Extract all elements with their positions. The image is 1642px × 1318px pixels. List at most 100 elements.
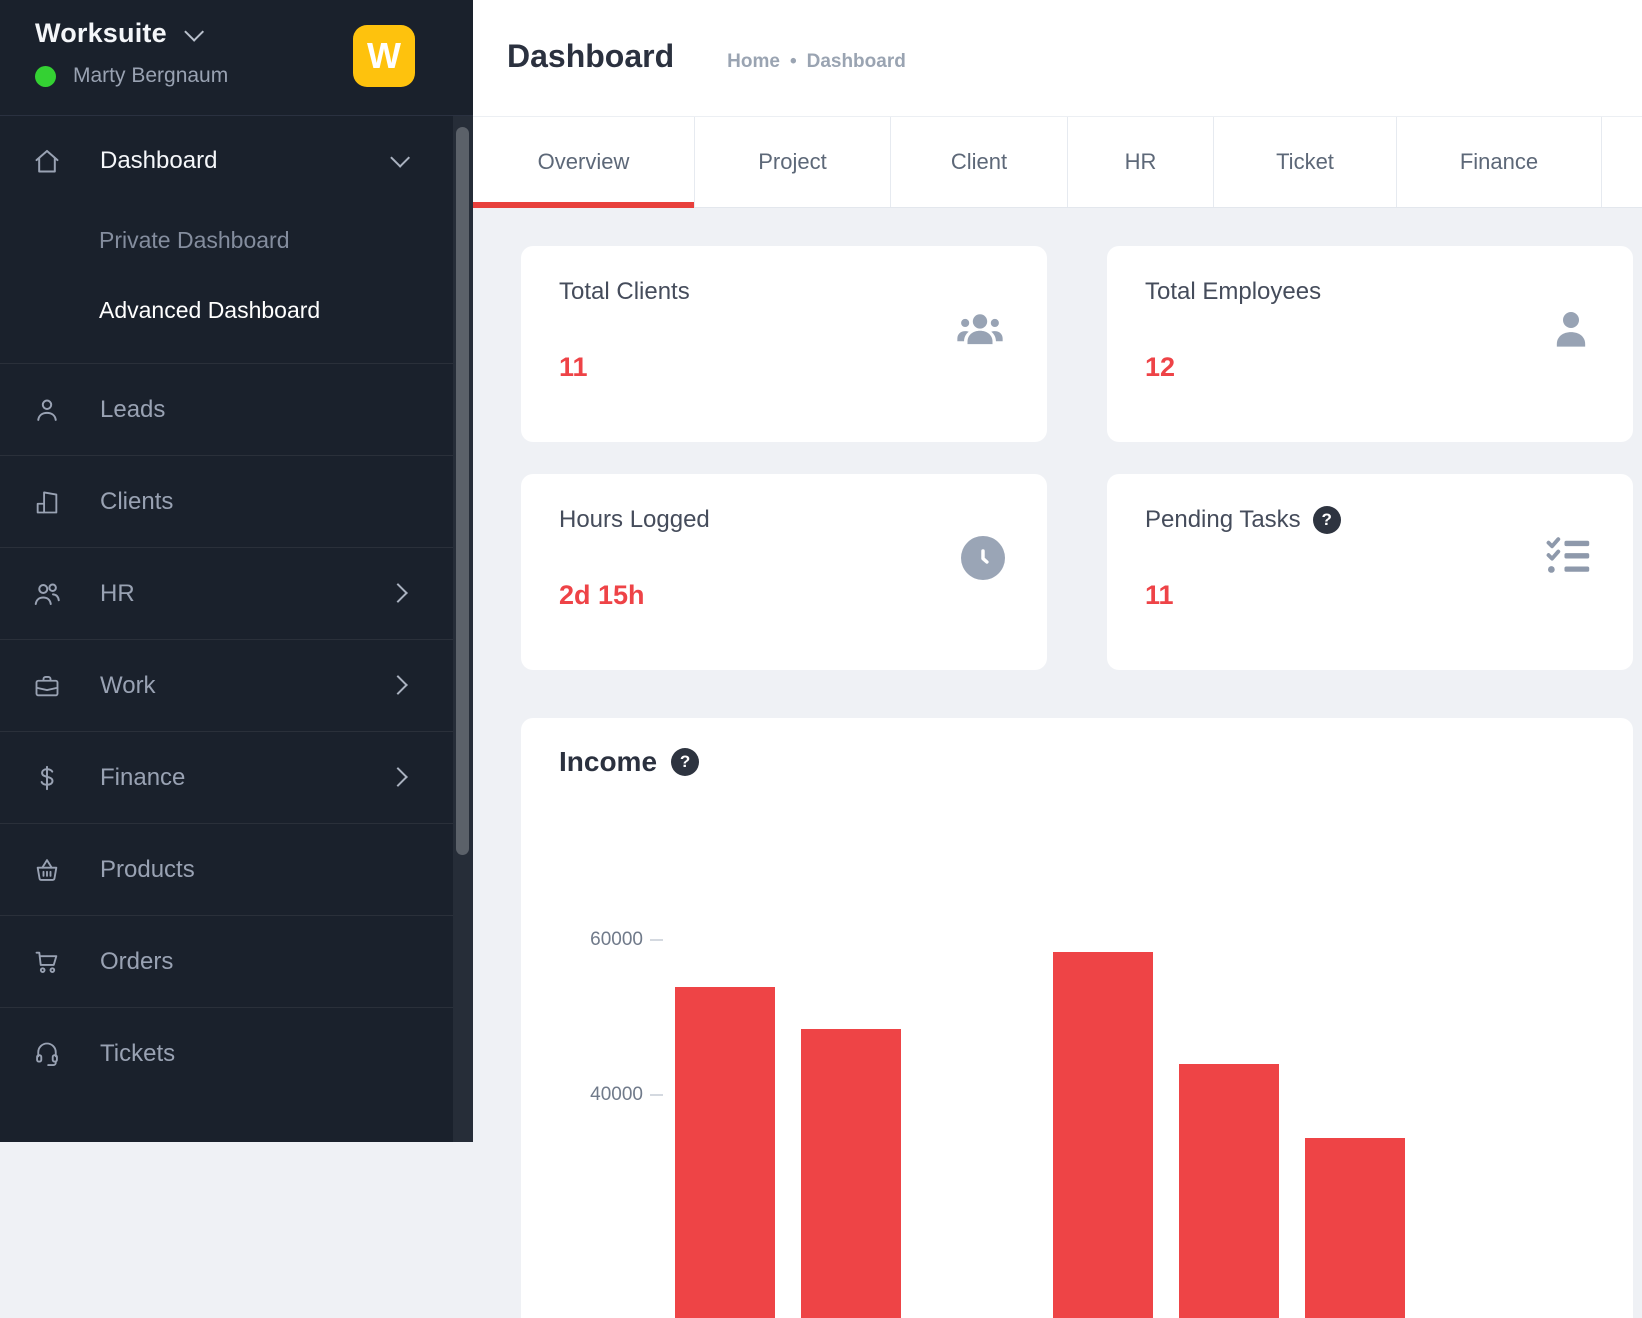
page-title: Dashboard	[507, 38, 674, 75]
logo-letter: W	[367, 35, 401, 77]
chevron-right-icon	[391, 770, 405, 789]
total-clients-card[interactable]: Total Clients 11	[521, 246, 1047, 442]
briefcase-icon	[32, 671, 62, 701]
sidebar-item-work[interactable]: Work	[0, 639, 453, 731]
basket-icon	[32, 855, 62, 885]
sidebar-item-leads[interactable]: Leads	[0, 363, 453, 455]
total-employees-card[interactable]: Total Employees 12	[1107, 246, 1633, 442]
workspace-switcher[interactable]: Worksuite	[35, 18, 199, 49]
dashboard-tabs: Overview Project Client HR Ticket Financ…	[473, 116, 1642, 208]
menu-spacer	[0, 345, 453, 363]
chevron-right-icon	[391, 678, 405, 697]
home-icon	[32, 146, 62, 176]
sidebar-item-finance[interactable]: Finance	[0, 731, 453, 823]
breadcrumb-current: Dashboard	[807, 51, 906, 73]
tab-hr[interactable]: HR	[1068, 117, 1214, 207]
y-axis-label: 60000	[590, 929, 643, 951]
sidebar-item-label: Orders	[100, 948, 173, 976]
stat-value: 11	[1145, 580, 1174, 611]
sidebar-item-label: Work	[100, 672, 156, 700]
sidebar-item-orders[interactable]: Orders	[0, 915, 453, 1007]
building-icon	[32, 487, 62, 517]
sidebar-item-tickets[interactable]: Tickets	[0, 1007, 453, 1099]
tab-label: HR	[1125, 149, 1157, 175]
sidebar-item-label: Clients	[100, 488, 173, 516]
sidebar-menu: Dashboard Private Dashboard Advanced Das…	[0, 116, 453, 1099]
sidebar-item-advanced-dashboard[interactable]: Advanced Dashboard	[0, 275, 453, 345]
hours-logged-card[interactable]: Hours Logged 2d 15h	[521, 474, 1047, 670]
help-icon[interactable]: ?	[1313, 506, 1341, 534]
help-icon[interactable]: ?	[671, 748, 699, 776]
tab-finance[interactable]: Finance	[1397, 117, 1602, 207]
income-bar	[1305, 1138, 1405, 1318]
sidebar-item-products[interactable]: Products	[0, 823, 453, 915]
tab-label: Overview	[538, 149, 630, 175]
sidebar-item-clients[interactable]: Clients	[0, 455, 453, 547]
y-axis-tick: 40000	[559, 1082, 663, 1108]
sidebar-item-label: Tickets	[100, 1040, 175, 1068]
tab-project[interactable]: Project	[695, 117, 891, 207]
income-chart-card: Income ? 60000 40000	[521, 718, 1633, 1318]
tab-partial[interactable]	[1602, 117, 1642, 207]
stat-value: 12	[1145, 352, 1175, 383]
sidebar-item-dashboard[interactable]: Dashboard	[0, 116, 453, 205]
stat-title: Total Employees	[1145, 278, 1321, 306]
income-bar	[801, 1029, 901, 1318]
sidebar-header: Worksuite Marty Bergnaum W	[0, 0, 473, 116]
user-icon	[1551, 308, 1591, 357]
tick-mark	[650, 939, 663, 941]
lead-person-icon	[32, 395, 62, 425]
sidebar-item-label: Finance	[100, 764, 185, 792]
chevron-down-icon	[184, 21, 204, 41]
tab-label: Project	[758, 149, 826, 175]
breadcrumb-separator: •	[790, 51, 797, 73]
sidebar-subitem-label: Advanced Dashboard	[99, 297, 320, 324]
sidebar-item-hr[interactable]: HR	[0, 547, 453, 639]
sidebar-item-label: Products	[100, 856, 195, 884]
tab-label: Client	[951, 149, 1007, 175]
current-user: Marty Bergnaum	[35, 64, 228, 88]
tab-client[interactable]: Client	[891, 117, 1068, 207]
income-bar	[675, 987, 775, 1318]
tab-overview[interactable]: Overview	[473, 117, 695, 207]
stat-title: Total Clients	[559, 278, 690, 306]
sidebar-item-label: HR	[100, 580, 135, 608]
chevron-right-icon	[391, 586, 405, 605]
people-icon	[32, 579, 62, 609]
users-group-icon	[955, 308, 1005, 357]
sidebar-subitem-label: Private Dashboard	[99, 227, 290, 254]
stat-value: 2d 15h	[559, 580, 645, 611]
sidebar-item-label: Dashboard	[100, 147, 217, 175]
y-axis-tick: 60000	[559, 927, 663, 953]
income-bar	[1179, 1064, 1279, 1318]
tab-label: Ticket	[1276, 149, 1334, 175]
online-status-icon	[35, 66, 56, 87]
overview-content: Total Clients 11 Total Employees 12 Hour…	[473, 208, 1642, 1142]
cart-icon	[32, 947, 62, 977]
income-title: Income	[559, 746, 657, 778]
brand-name: Worksuite	[35, 18, 167, 49]
tab-label: Finance	[1460, 149, 1538, 175]
app-logo[interactable]: W	[353, 25, 415, 87]
stat-value: 11	[559, 352, 588, 383]
user-name: Marty Bergnaum	[73, 64, 228, 88]
income-bar	[1053, 952, 1153, 1318]
pending-tasks-card[interactable]: Pending Tasks ? 11	[1107, 474, 1633, 670]
sidebar-scrollbar-track[interactable]	[453, 116, 473, 1142]
stat-title: Pending Tasks	[1145, 506, 1301, 534]
sidebar-item-private-dashboard[interactable]: Private Dashboard	[0, 205, 453, 275]
tick-mark	[650, 1094, 663, 1096]
sidebar-item-label: Leads	[100, 396, 165, 424]
headset-icon	[32, 1039, 62, 1069]
chevron-down-icon	[391, 153, 405, 172]
breadcrumb: Home • Dashboard	[727, 51, 906, 73]
sidebar: Worksuite Marty Bergnaum W Dashboard Pri…	[0, 0, 473, 1142]
breadcrumb-home-link[interactable]: Home	[727, 51, 780, 73]
page-header: Dashboard Home • Dashboard	[473, 0, 1642, 116]
tab-ticket[interactable]: Ticket	[1214, 117, 1397, 207]
clock-icon	[961, 536, 1005, 580]
sidebar-scrollbar-thumb[interactable]	[456, 127, 469, 855]
dollar-icon	[32, 763, 62, 793]
stat-title: Hours Logged	[559, 506, 710, 534]
y-axis-label: 40000	[590, 1084, 643, 1106]
